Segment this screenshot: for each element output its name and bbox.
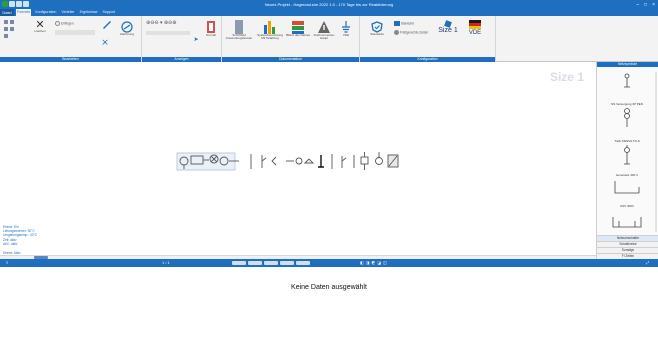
document-icon <box>235 20 243 34</box>
edit-icon-button[interactable] <box>100 19 114 29</box>
expand-icon[interactable]: ⤢ <box>646 260 649 266</box>
delete-button[interactable]: ✕ Löschen <box>30 20 50 33</box>
doc-button-1[interactable]: Schriftfeld Anwendungsfenster <box>226 20 252 41</box>
ribbon-tab[interactable]: Formeln <box>16 9 32 16</box>
ribbon-tab[interactable]: Konfiguration <box>34 9 57 16</box>
close-icon[interactable]: × <box>652 2 655 8</box>
size-watermark: Size 1 <box>549 70 584 84</box>
doc-button-4[interactable]: Drehmomenten Haupt <box>312 20 336 41</box>
symbol-strip[interactable] <box>176 149 406 174</box>
bottom-pane-toolbar: ≡ 1 / 1 ◧◨◩◪◫ ⤢ <box>0 259 658 267</box>
list-icon[interactable]: ≡ <box>6 260 8 266</box>
ribbon-tabs: Formeln Konfiguration Verteiler Ergebnisse S… <box>16 9 116 16</box>
page-indicator: 1 / 1 <box>162 260 170 265</box>
pencil-icon <box>103 21 111 29</box>
paste-icon <box>55 21 60 26</box>
ribbon-tab[interactable]: Ergebnisse <box>79 9 99 16</box>
toolbar-chip-2[interactable] <box>248 261 262 265</box>
vde-button[interactable]: VDE <box>464 20 486 37</box>
symbol-panel-scrollbar[interactable] <box>655 72 657 232</box>
symbol-list: NS Versorgung 3P PEN Trafo 630kVA TN-S G… <box>597 67 658 233</box>
ribbon-group-bearbeiten: ✕ Löschen Einfügen ⨯ Zeichnung Bearbeite… <box>0 16 142 62</box>
stack-icon <box>292 21 304 34</box>
ribbon: ✕ Löschen Einfügen ⨯ Zeichnung Bearbeite… <box>0 16 658 62</box>
minimize-icon[interactable]: – <box>636 2 639 8</box>
symbol-item-ns-versorgung[interactable]: NS Versorgung 3P PEN <box>603 102 651 106</box>
symbol-item-usv[interactable]: USV 400V <box>603 204 651 208</box>
toolbar-chip-4[interactable] <box>280 261 294 265</box>
window-title: Neues Projekt - Hagercad.sim 2022 1.0 - … <box>264 2 394 7</box>
toolbar-chip-1[interactable] <box>232 261 246 265</box>
deadline-option[interactable]: Fristgerechte Zeiten <box>394 30 430 35</box>
toolbar-chip-3[interactable] <box>264 261 278 265</box>
symbol-item-trafo[interactable]: Trafo 630kVA TN-S <box>603 139 651 143</box>
pointer-icon: ➤ <box>193 37 199 43</box>
navigation-icons[interactable]: ◧◨◩◪◫ <box>360 260 389 266</box>
ribbon-tab-bar: Datei Formeln Konfiguration Verteiler Ergeb… <box>0 9 658 16</box>
application-window: Neues Projekt - Hagercad.sim 2022 1.0 - … <box>0 0 658 348</box>
details-pane: Keine Daten ausgewählt <box>0 267 658 348</box>
default-view-button[interactable]: Normal <box>202 20 220 37</box>
drawing-canvas[interactable]: Size 1 Ebene: Ein Leitungsrechner: 30°C … <box>0 62 596 259</box>
drawing-button[interactable]: Zeichnung <box>116 21 138 36</box>
ribbon-tab[interactable]: Support <box>102 9 117 16</box>
warning-triangle-icon <box>318 21 330 33</box>
toolbar-chip-5[interactable] <box>296 261 310 265</box>
ribbon-tab[interactable]: Verteiler <box>60 9 75 16</box>
zoom-buttons[interactable]: ⊕⊖⊖ ▾ ⊕⊖⊕ <box>146 20 176 26</box>
view-icon <box>207 21 215 33</box>
file-tab[interactable]: Datei <box>0 9 14 16</box>
symbol-category-buttons: Netzumschalter Schaltkreise Sonstige FI Zel… <box>597 235 658 259</box>
clipboard-icons[interactable] <box>4 19 26 39</box>
ribbon-group-dokumentation: Schriftfeld Anwendungsfenster Systembere… <box>222 16 360 62</box>
paste-button[interactable]: Einfügen <box>55 21 73 26</box>
symbol-item-generator[interactable]: Generator 400 V <box>603 173 651 177</box>
symbol-panel: Netzsymbole NS Versorgung 3P PEN Trafo 6… <box>596 62 658 259</box>
symbol-graphics <box>612 73 642 228</box>
ribbon-group-konfiguration: Standards Standard Fristgerechte Zeiten … <box>360 16 496 62</box>
doc-button-3[interactable]: Bilanz des Netzes <box>286 20 310 37</box>
layer-info-line: Umgebungstemp.: 30°C <box>3 233 38 238</box>
ribbon-group-anzeigen: ⊕⊖⊖ ▾ ⊕⊖⊕ ➤ Normal Anzeigen <box>142 16 222 62</box>
ground-icon <box>342 21 350 33</box>
book-icon <box>394 21 400 26</box>
layer-info: Ebene: Ein Leitungsrechner: 30°C Umgebungs… <box>3 225 37 246</box>
empty-state-message: Keine Daten ausgewählt <box>291 284 367 291</box>
standards-button[interactable]: Standards <box>366 21 388 36</box>
doc-button-2[interactable]: Systemberechnung Mit Teilabzug <box>256 20 284 41</box>
unit-dropdown[interactable] <box>55 30 95 35</box>
size-button[interactable]: Size 1 <box>436 20 460 35</box>
pointer-button[interactable]: ➤ <box>188 37 204 43</box>
layer-info-line: AbC: aktiv <box>3 241 18 246</box>
title-bar: Neues Projekt - Hagercad.sim 2022 1.0 - … <box>0 0 658 9</box>
german-flag-icon <box>469 20 481 29</box>
bar-chart-icon <box>264 21 275 34</box>
window-controls: – □ × <box>636 2 655 8</box>
units-button[interactable]: ⨯ <box>98 38 112 47</box>
gear-icon <box>394 30 399 35</box>
grid-x-icon: ⨯ <box>101 37 109 47</box>
zoom-slider[interactable] <box>146 31 190 35</box>
doc-button-5[interactable]: VDE <box>336 20 356 37</box>
maximize-icon[interactable]: □ <box>644 2 647 8</box>
standard-option[interactable]: Standard <box>394 21 414 26</box>
